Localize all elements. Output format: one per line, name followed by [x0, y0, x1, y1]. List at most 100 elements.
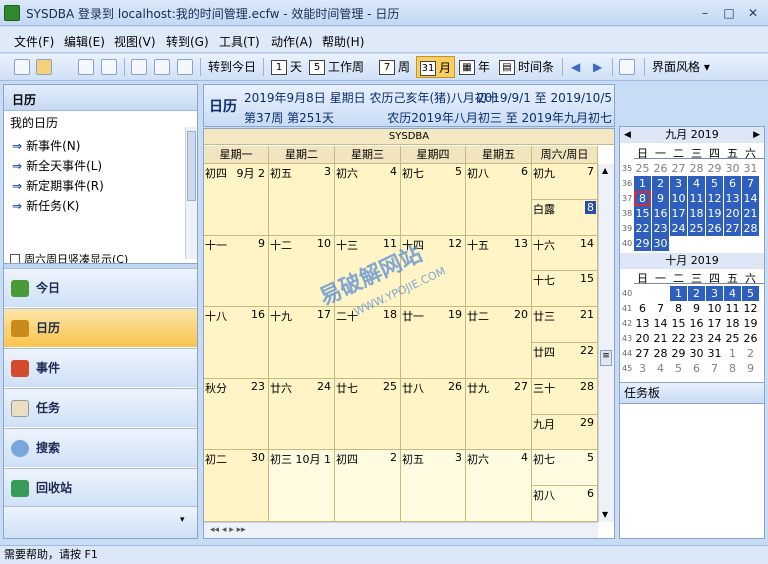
mini-day[interactable]: 4 [688, 176, 705, 191]
mini-day[interactable]: 9 [688, 301, 705, 316]
mini-day[interactable]: 8 [724, 361, 741, 376]
grid-vertical-scrollbar[interactable]: ▲ ≡ ▼ [598, 164, 614, 522]
mini-day[interactable]: 6 [688, 361, 705, 376]
menu-edit[interactable]: 编辑(E) [64, 33, 105, 50]
calendar-settings-icon[interactable] [619, 59, 635, 75]
workweek-view-button[interactable]: 5 工作周 [306, 56, 367, 78]
cut-icon[interactable] [131, 59, 147, 75]
grid-nav-arrows[interactable]: ◂◂ ◂ ▸ ▸▸ [210, 525, 246, 535]
nav-today-button[interactable]: 今日 [4, 268, 197, 307]
mini-day[interactable]: 30 [724, 161, 741, 176]
paste-icon[interactable] [177, 59, 193, 75]
nav-events-button[interactable]: 事件 [4, 348, 197, 387]
mini-day[interactable]: 24 [670, 221, 687, 236]
day-cell[interactable]: 初二 30 [204, 450, 269, 522]
mini-day[interactable]: 21 [652, 331, 669, 346]
menu-view[interactable]: 视图(V) [114, 33, 156, 50]
ui-style-dropdown[interactable]: 界面风格 ▾ [649, 56, 713, 78]
new-event-link[interactable]: ⇒ 新事件(N) [12, 137, 80, 154]
day-cell[interactable]: 初七 5 [401, 164, 466, 236]
mini-day[interactable]: 29 [634, 236, 651, 251]
mini-day[interactable]: 12 [706, 191, 723, 206]
mini-day[interactable]: 30 [652, 236, 669, 251]
day-cell[interactable]: 初六 4 [335, 164, 401, 236]
maximize-button[interactable]: □ [718, 4, 740, 22]
mini-day[interactable]: 13 [634, 316, 651, 331]
mini-day[interactable]: 20 [724, 206, 741, 221]
day-cell[interactable]: 初四 9月 2 [204, 164, 269, 236]
day-cell[interactable]: 初九 7 [532, 164, 598, 200]
nav-configure-bar[interactable]: ▾ [4, 506, 197, 538]
timeline-view-button[interactable]: ▤ 时间条 [496, 56, 557, 78]
year-view-button[interactable]: ▦ 年 [456, 56, 493, 78]
scroll-thumb[interactable] [187, 131, 196, 201]
day-cell[interactable]: 初七 5 [532, 450, 598, 487]
mini-day[interactable]: 28 [688, 161, 705, 176]
my-calendar-label[interactable]: 我的日历 [10, 114, 58, 131]
mini-day[interactable]: 14 [652, 316, 669, 331]
mini-day[interactable]: 1 [634, 176, 651, 191]
day-cell[interactable]: 初八 6 [466, 164, 532, 236]
mini-day[interactable]: 2 [688, 286, 705, 301]
mini-day[interactable]: 21 [742, 206, 759, 221]
mini-day[interactable]: 6 [724, 176, 741, 191]
day-cell[interactable]: 廿四 22 [532, 343, 598, 379]
day-cell[interactable]: 九月 29 [532, 414, 598, 451]
mini-day[interactable]: 9 [742, 361, 759, 376]
new-task-link[interactable]: ⇒ 新任务(K) [12, 197, 79, 214]
scroll-up-icon[interactable]: ▲ [602, 166, 608, 175]
mini-day[interactable]: 12 [742, 301, 759, 316]
day-cell[interactable]: 二十 18 [335, 307, 401, 379]
day-cell[interactable]: 初六 4 [466, 450, 532, 522]
menu-help[interactable]: 帮助(H) [322, 33, 364, 50]
mini-day[interactable]: 24 [706, 331, 723, 346]
mini-day[interactable]: 27 [634, 346, 651, 361]
menu-tools[interactable]: 工具(T) [219, 33, 260, 50]
mini-day[interactable]: 27 [670, 161, 687, 176]
day-cell[interactable]: 初五 3 [401, 450, 466, 522]
day-cell[interactable]: 白露 8 [532, 199, 598, 236]
day-cell[interactable]: 十五 13 [466, 235, 532, 308]
mini-day[interactable]: 15 [634, 206, 651, 221]
mini-day[interactable]: 2 [742, 346, 759, 361]
mini-day[interactable]: 26 [652, 161, 669, 176]
mini-day[interactable]: 27 [724, 221, 741, 236]
new-icon[interactable] [14, 59, 30, 75]
day-cell[interactable]: 廿九 27 [466, 378, 532, 451]
print-preview-icon[interactable] [101, 59, 117, 75]
mini-day[interactable]: 29 [670, 346, 687, 361]
week-view-button[interactable]: 7周 [376, 56, 413, 78]
mini-day[interactable]: 8 [634, 191, 651, 206]
prev-month-icon[interactable]: ◀ [624, 127, 631, 143]
mini-day[interactable]: 5 [742, 286, 759, 301]
mini-day[interactable]: 31 [742, 161, 759, 176]
mini-day[interactable]: 15 [670, 316, 687, 331]
month-view-button[interactable]: 31 月 [416, 56, 456, 78]
chevron-down-icon[interactable]: ▾ [180, 515, 185, 525]
day-cell[interactable]: 廿八 26 [401, 378, 466, 451]
mini-day[interactable]: 11 [688, 191, 705, 206]
new-recurring-event-link[interactable]: ⇒ 新定期事件(R) [12, 177, 104, 194]
mini-day[interactable]: 7 [706, 361, 723, 376]
new-allday-event-link[interactable]: ⇒ 新全天事件(L) [12, 157, 102, 174]
mini-day[interactable]: 3 [670, 176, 687, 191]
goto-today-button[interactable]: 转到今日 [205, 56, 259, 78]
mini-day[interactable]: 3 [634, 361, 651, 376]
mini-day[interactable]: 7 [652, 301, 669, 316]
day-cell[interactable]: 廿三 21 [532, 307, 598, 343]
task-list-scrollbar[interactable] [185, 127, 197, 259]
mini-day[interactable]: 10 [706, 301, 723, 316]
menu-goto[interactable]: 转到(G) [166, 33, 209, 50]
next-month-icon[interactable]: ▶ [753, 127, 760, 143]
mini-day[interactable]: 18 [688, 206, 705, 221]
mini-day[interactable]: 28 [742, 221, 759, 236]
mini-day[interactable]: 31 [706, 346, 723, 361]
scroll-down-icon[interactable]: ▼ [602, 510, 608, 519]
nav-tasks-button[interactable]: 任务 [4, 388, 197, 427]
mini-day[interactable]: 25 [688, 221, 705, 236]
forward-arrow-icon[interactable]: ▶ [590, 56, 605, 78]
mini-day[interactable]: 6 [634, 301, 651, 316]
mini-day[interactable]: 1 [724, 346, 741, 361]
menu-file[interactable]: 文件(F) [14, 33, 54, 50]
mini-day[interactable]: 26 [706, 221, 723, 236]
